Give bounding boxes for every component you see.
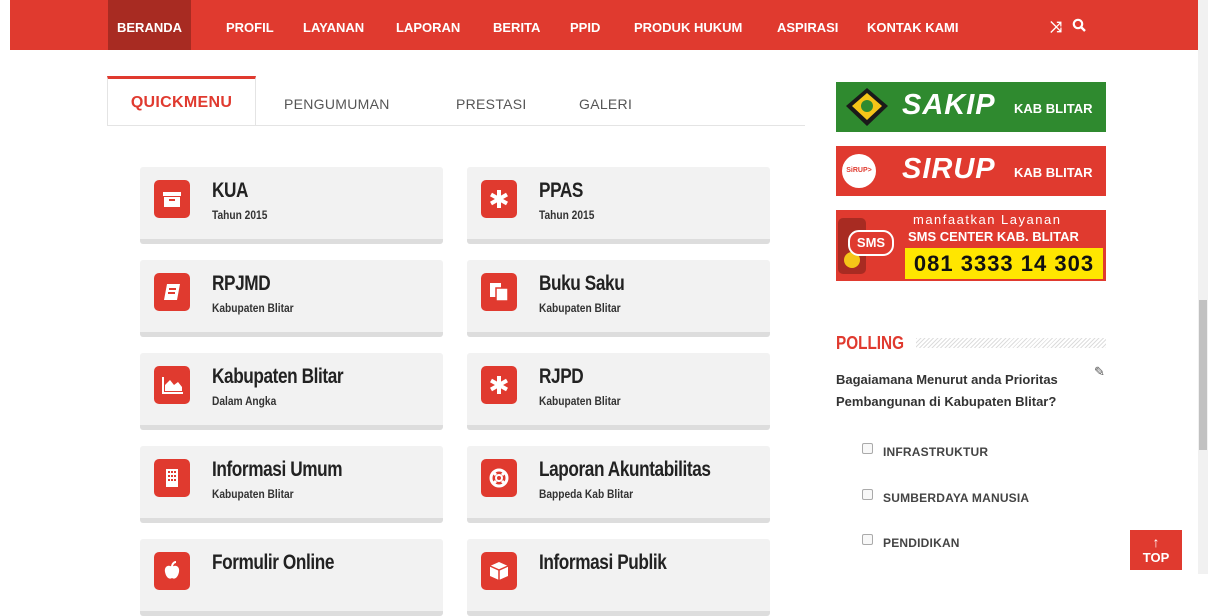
tab-quickmenu[interactable]: QUICKMENU [107,76,256,125]
poll-checkbox[interactable] [862,534,873,545]
card-title: RPJMD [212,272,271,295]
arrow-up-icon: ↑ [1152,534,1160,550]
back-to-top-button[interactable]: ↑ TOP [1130,530,1182,570]
card-subtitle: Tahun 2015 [212,208,268,222]
quickmenu-card-buku-saku[interactable]: Buku Saku Kabupaten Blitar [467,260,770,337]
copy-icon [481,273,517,311]
top-navbar: BERANDA PROFIL LAYANAN LAPORAN BERITA PP… [10,0,1198,50]
card-title: Kabupaten Blitar [212,365,344,388]
scrollbar-thumb[interactable] [1199,300,1207,450]
quickmenu-card-informasi-umum[interactable]: Informasi Umum Kabupaten Blitar [140,446,443,523]
sirup-subtitle: KAB BLITAR [1014,165,1093,180]
card-subtitle: Kabupaten Blitar [212,487,294,501]
card-subtitle: Kabupaten Blitar [539,301,621,315]
nav-kontak-kami[interactable]: KONTAK KAMI [867,0,958,50]
search-icon[interactable] [1072,18,1087,36]
card-title: PPAS [539,179,583,202]
nav-ppid[interactable]: PPID [570,0,600,50]
nav-beranda[interactable]: BERANDA [108,0,191,50]
quickmenu-card-laporan-akuntabilitas[interactable]: Laporan Akuntabilitas Bappeda Kab Blitar [467,446,770,523]
quickmenu-card-rpjmd[interactable]: RPJMD Kabupaten Blitar [140,260,443,337]
card-title: Formulir Online [212,551,335,574]
archive-icon [154,180,190,218]
content-tabs: QUICKMENU PENGUMUMAN PRESTASI GALERI [107,76,805,126]
sms-number: 081 3333 14 303 [905,248,1103,279]
card-title: RJPD [539,365,584,388]
quickmenu-card-kabupaten-blitar[interactable]: Kabupaten Blitar Dalam Angka [140,353,443,430]
quickmenu-card-informasi-publik[interactable]: Informasi Publik [467,539,770,616]
cube-icon [481,552,517,590]
quickmenu-card-kua[interactable]: KUA Tahun 2015 [140,167,443,244]
nav-profil[interactable]: PROFIL [226,0,274,50]
card-subtitle: Bappeda Kab Blitar [539,487,634,501]
sms-line1: manfaatkan Layanan [913,212,1062,227]
nav-layanan[interactable]: LAYANAN [303,0,364,50]
quickmenu-card-formulir-online[interactable]: Formulir Online [140,539,443,616]
card-title: KUA [212,179,249,202]
card-title: Informasi Umum [212,458,343,481]
poll-checkbox[interactable] [862,489,873,500]
sirup-title: SIRUP [902,153,996,185]
card-title: Laporan Akuntabilitas [539,458,711,481]
card-subtitle: Dalam Angka [212,394,277,408]
building-icon [154,459,190,497]
sakip-logo-icon [846,88,888,126]
nav-produk-hukum[interactable]: PRODUK HUKUM [634,0,742,50]
sakip-title: SAKIP [902,89,996,121]
card-title: Buku Saku [539,272,625,295]
card-title: Informasi Publik [539,551,667,574]
sms-line2: SMS CENTER KAB. BLITAR [908,229,1079,244]
asterisk-icon [481,366,517,404]
nav-laporan[interactable]: LAPORAN [396,0,460,50]
sakip-banner[interactable]: SAKIP KAB BLITAR [836,82,1106,132]
poll-option-label: INFRASTRUKTUR [883,445,989,459]
tab-pengumuman[interactable]: PENGUMUMAN [284,78,390,125]
poll-title-divider [916,338,1106,348]
life-ring-icon [481,459,517,497]
nav-tools: ⤨ [1050,0,1092,50]
asterisk-icon [481,180,517,218]
quickmenu-card-ppas[interactable]: PPAS Tahun 2015 [467,167,770,244]
poll-checkbox[interactable] [862,443,873,454]
nav-berita[interactable]: BERITA [493,0,540,50]
apple-icon [154,552,190,590]
sms-center-banner[interactable]: SMS manfaatkan Layanan SMS CENTER KAB. B… [836,210,1106,281]
book-icon [154,273,190,311]
card-subtitle: Tahun 2015 [539,208,595,222]
nav-aspirasi[interactable]: ASPIRASI [777,0,838,50]
poll-title: POLLING [836,333,904,353]
area-chart-icon [154,366,190,404]
sakip-subtitle: KAB BLITAR [1014,101,1093,116]
quickmenu-card-rjpd[interactable]: RJPD Kabupaten Blitar [467,353,770,430]
card-subtitle: Kabupaten Blitar [539,394,621,408]
sirup-banner[interactable]: SiRUP> SIRUP KAB BLITAR [836,146,1106,196]
poll-option-label: PENDIDIKAN [883,536,960,550]
top-button-label: TOP [1142,550,1170,565]
tab-prestasi[interactable]: PRESTASI [456,78,527,125]
tab-galeri[interactable]: GALERI [579,78,632,125]
poll-question: Bagaiamana Menurut anda Prioritas Pemban… [836,372,1058,409]
card-subtitle: Kabupaten Blitar [212,301,294,315]
shuffle-icon[interactable]: ⤨ [1050,19,1062,36]
page-scrollbar[interactable] [1198,0,1208,574]
sms-badge: SMS [848,230,894,256]
sirup-logo: SiRUP> [842,154,876,188]
poll-option-label: SUMBERDAYA MANUSIA [883,491,1030,505]
